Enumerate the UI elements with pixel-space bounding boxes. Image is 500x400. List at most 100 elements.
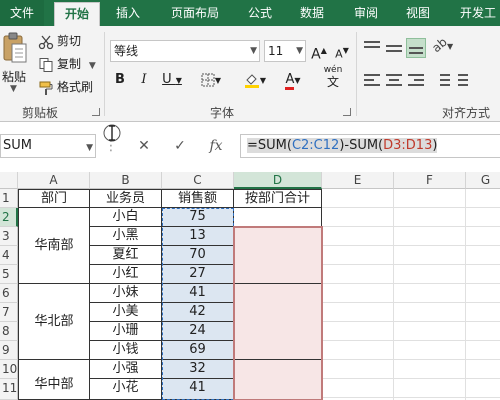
- column-header-e[interactable]: E: [322, 172, 394, 189]
- dept-cell[interactable]: 华南部: [18, 208, 90, 284]
- sales-cell[interactable]: 32: [162, 360, 234, 379]
- font-color-button[interactable]: A▼: [278, 70, 308, 90]
- salesperson-cell[interactable]: 小美: [90, 303, 162, 322]
- empty-cells-area[interactable]: [322, 189, 500, 400]
- align-center-button[interactable]: [384, 70, 404, 90]
- column-header-c[interactable]: C: [162, 172, 234, 189]
- salesperson-cell[interactable]: 小妹: [90, 284, 162, 303]
- formula-suffix: ): [432, 138, 438, 153]
- borders-icon: [201, 73, 215, 86]
- insert-function-button[interactable]: fx: [204, 134, 228, 158]
- salesperson-cell[interactable]: 小白: [90, 208, 162, 227]
- increase-indent-button[interactable]: [456, 70, 476, 90]
- row-header-7[interactable]: 7: [0, 303, 18, 322]
- paste-dropdown-icon[interactable]: ▼: [10, 84, 17, 94]
- dept-total-cell[interactable]: [234, 284, 322, 360]
- grow-font-button[interactable]: A▲: [310, 41, 328, 63]
- align-right-button[interactable]: [406, 70, 426, 90]
- sales-cell[interactable]: 13: [162, 227, 234, 246]
- column-header-g[interactable]: G: [466, 172, 500, 189]
- column-header-a[interactable]: A: [18, 172, 90, 189]
- salesperson-cell[interactable]: 小红: [90, 265, 162, 284]
- clipboard-launcher-icon[interactable]: [92, 108, 100, 116]
- name-box[interactable]: SUM ▼: [0, 134, 96, 158]
- phonetic-guide-button[interactable]: wén 文: [318, 64, 348, 92]
- bottom-align-button[interactable]: [406, 38, 426, 58]
- salesperson-cell[interactable]: 小钱: [90, 341, 162, 360]
- format-painter-button[interactable]: 格式刷: [38, 78, 93, 96]
- row-header-10[interactable]: 10: [0, 360, 18, 379]
- row-header-11[interactable]: 11: [0, 379, 18, 400]
- formula-input[interactable]: =SUM(C2:C12)-SUM(D3:D13): [240, 134, 500, 158]
- sales-cell[interactable]: 27: [162, 265, 234, 284]
- sales-cell[interactable]: 24: [162, 322, 234, 341]
- copy-button[interactable]: 复制 ▼: [38, 55, 96, 73]
- row-header-6[interactable]: 6: [0, 284, 18, 303]
- fill-color-button[interactable]: ▼: [240, 70, 270, 90]
- salesperson-cell[interactable]: 小花: [90, 379, 162, 400]
- tab-developer[interactable]: 开发工: [452, 0, 500, 26]
- sales-cell[interactable]: 70: [162, 246, 234, 265]
- salesperson-cell[interactable]: 小黑: [90, 227, 162, 246]
- orientation-button[interactable]: ab▼: [429, 35, 458, 58]
- row-header-9[interactable]: 9: [0, 341, 18, 360]
- enter-icon[interactable]: ✓: [168, 134, 192, 158]
- tab-review[interactable]: 审阅: [346, 0, 386, 26]
- select-all-corner[interactable]: [0, 172, 18, 189]
- sales-cell[interactable]: 75: [162, 208, 234, 227]
- align-left-button[interactable]: [362, 70, 382, 90]
- dept-cell[interactable]: 华北部: [18, 284, 90, 360]
- header-cell-sales[interactable]: 销售额: [162, 189, 234, 208]
- middle-align-button[interactable]: [384, 38, 404, 58]
- tab-file[interactable]: 文件: [0, 0, 44, 26]
- decrease-indent-button[interactable]: [432, 70, 452, 90]
- active-cell-d2[interactable]: [234, 208, 322, 227]
- column-header-b[interactable]: B: [90, 172, 162, 189]
- row-header-5[interactable]: 5: [0, 265, 18, 284]
- paste-label: 粘贴: [2, 70, 27, 84]
- font-launcher-icon[interactable]: [343, 108, 351, 116]
- sales-cell[interactable]: 42: [162, 303, 234, 322]
- formula-selection: =SUM(C2:C12)-SUM(D3:D13): [247, 138, 438, 153]
- sales-cell[interactable]: 69: [162, 341, 234, 360]
- dept-total-cell[interactable]: [234, 360, 322, 400]
- row-header-4[interactable]: 4: [0, 246, 18, 265]
- sales-cell[interactable]: 41: [162, 379, 234, 400]
- phonetic-guide-wen: wén: [323, 65, 343, 75]
- salesperson-cell[interactable]: 夏红: [90, 246, 162, 265]
- tab-view[interactable]: 视图: [398, 0, 438, 26]
- ribbon: 粘贴 ▼ 剪切 复制 ▼ 格式刷 剪贴板 等线 ▼ 11 ▼ A▲ A▼ B I…: [0, 26, 500, 122]
- tab-data[interactable]: 数据: [292, 0, 332, 26]
- tab-page-layout[interactable]: 页面布局: [160, 0, 230, 26]
- tab-formulas[interactable]: 公式: [240, 0, 280, 26]
- bold-button[interactable]: B: [110, 70, 130, 90]
- shrink-font-button[interactable]: A▼: [333, 41, 351, 61]
- sales-cell[interactable]: 41: [162, 284, 234, 303]
- font-name-select[interactable]: 等线 ▼: [110, 40, 260, 62]
- tab-insert[interactable]: 插入: [108, 0, 148, 26]
- cut-button[interactable]: 剪切: [38, 32, 81, 50]
- underline-button[interactable]: U ▼: [158, 70, 186, 90]
- dept-total-cell[interactable]: [234, 227, 322, 284]
- copy-dropdown-icon[interactable]: ▼: [89, 61, 96, 71]
- top-align-button[interactable]: [362, 38, 382, 58]
- tab-home[interactable]: 开始: [54, 2, 100, 26]
- column-header-f[interactable]: F: [394, 172, 466, 189]
- font-size-select[interactable]: 11 ▼: [264, 40, 306, 62]
- dept-cell[interactable]: 华中部: [18, 360, 90, 400]
- spreadsheet-grid[interactable]: A B C D E F G 1 2 3 4 5 6 7 8 9 10 11 部门…: [0, 172, 500, 400]
- row-header-3[interactable]: 3: [0, 227, 18, 246]
- chevron-down-icon: ▼: [86, 143, 93, 153]
- borders-button[interactable]: ▼: [196, 70, 226, 90]
- header-cell-dept-total[interactable]: 按部门合计: [234, 189, 322, 208]
- header-cell-salesperson[interactable]: 业务员: [90, 189, 162, 208]
- column-header-d[interactable]: D: [234, 172, 322, 189]
- italic-button[interactable]: I: [134, 70, 154, 90]
- salesperson-cell[interactable]: 小强: [90, 360, 162, 379]
- cancel-icon[interactable]: ✕: [132, 134, 156, 158]
- salesperson-cell[interactable]: 小珊: [90, 322, 162, 341]
- row-header-8[interactable]: 8: [0, 322, 18, 341]
- header-cell-dept[interactable]: 部门: [18, 189, 90, 208]
- row-header-2[interactable]: 2: [0, 208, 18, 227]
- row-header-1[interactable]: 1: [0, 189, 18, 208]
